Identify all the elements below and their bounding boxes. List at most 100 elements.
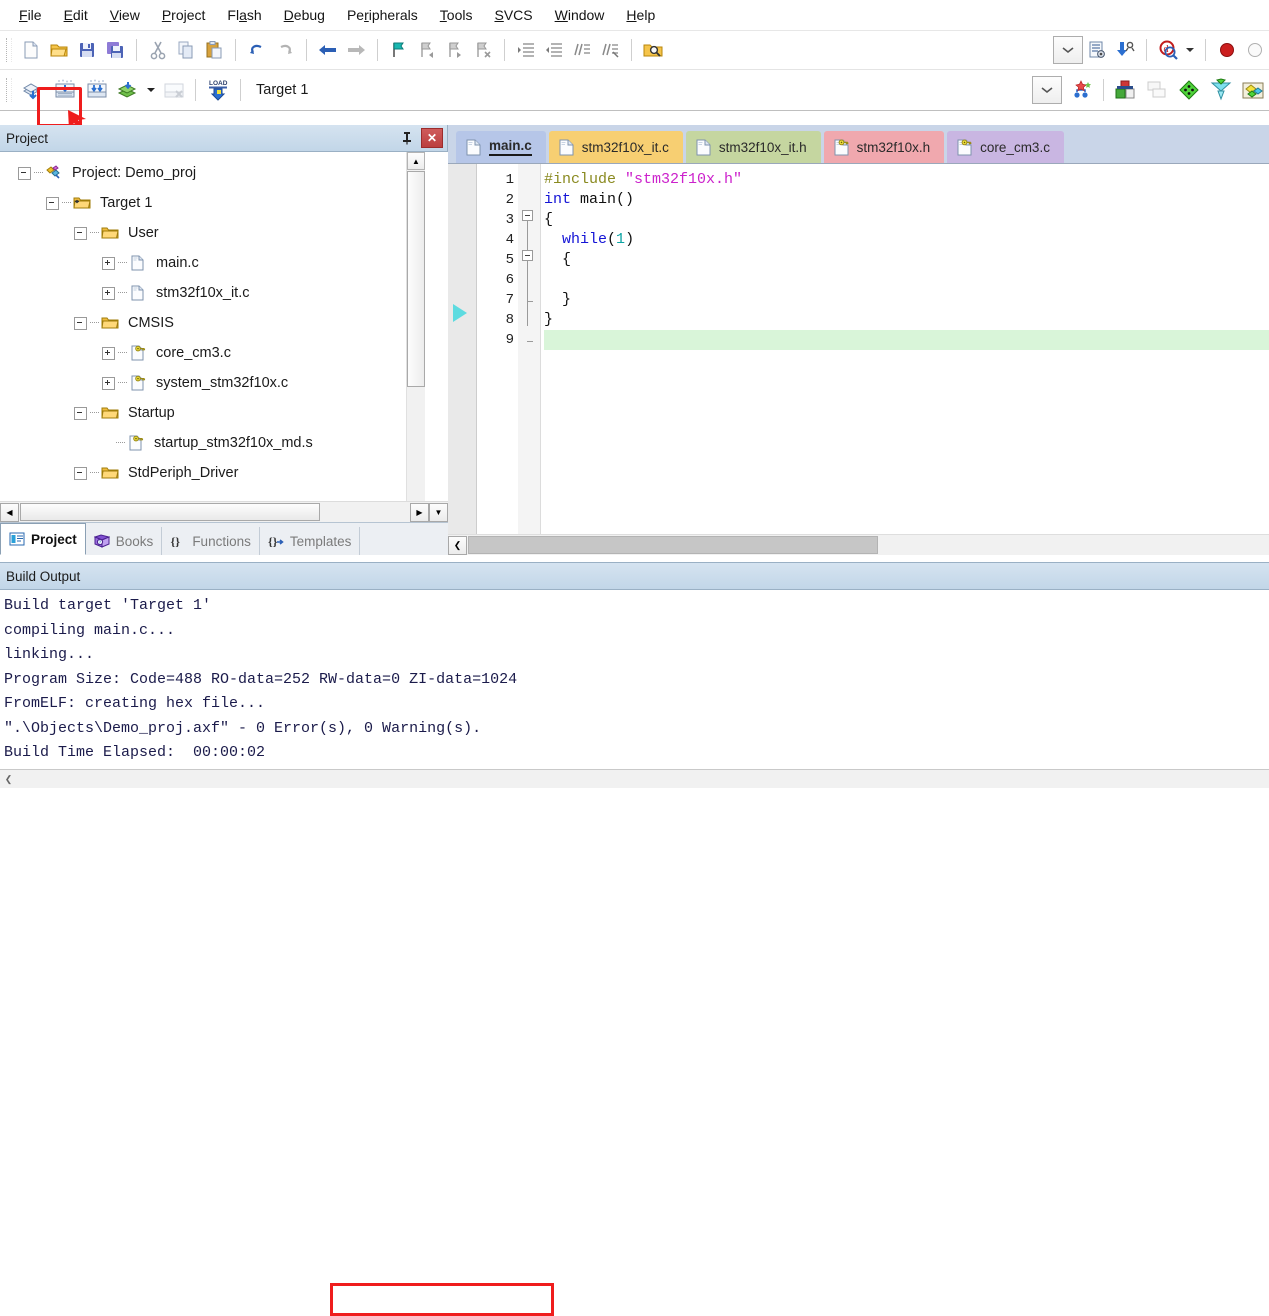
fold-toggle-icon[interactable] — [522, 250, 533, 261]
components-icon[interactable] — [1173, 76, 1205, 104]
fold-toggle-icon[interactable] — [522, 210, 533, 221]
code-fold-column[interactable] — [518, 164, 541, 535]
comment-icon[interactable] — [568, 36, 596, 64]
uncomment-icon[interactable] — [596, 36, 624, 64]
undo-icon[interactable] — [243, 36, 271, 64]
editor-horizontal-scrollbar[interactable]: ❮ — [448, 534, 1269, 555]
code-line[interactable]: } — [544, 310, 1269, 330]
manage-runtime-icon[interactable] — [1109, 76, 1141, 104]
code-line[interactable] — [544, 330, 1269, 350]
scroll-right-icon[interactable]: ▶ — [410, 502, 429, 522]
debug-dropdown-icon[interactable] — [1182, 36, 1198, 64]
combo-dropdown-icon[interactable] — [1053, 36, 1083, 64]
pack-installer-icon[interactable] — [1205, 76, 1237, 104]
expand-icon[interactable] — [102, 256, 115, 270]
code-area[interactable]: 123456789 #include "stm32f10x.h" int main… — [448, 163, 1269, 555]
stop-build-icon[interactable] — [158, 76, 190, 104]
target-dropdown-icon[interactable] — [1030, 76, 1064, 104]
menu-item-view[interactable]: View — [99, 4, 151, 26]
menu-item-help[interactable]: Help — [615, 4, 666, 26]
collapse-icon[interactable] — [18, 166, 31, 180]
code-line[interactable] — [544, 270, 1269, 290]
new-file-icon[interactable] — [17, 36, 45, 64]
open-file-icon[interactable] — [45, 36, 73, 64]
tree-item[interactable]: User — [6, 218, 448, 248]
editor-tab-stm32f10x_it-h[interactable]: stm32f10x_it.h — [685, 131, 821, 163]
find-in-files-icon[interactable] — [639, 36, 667, 64]
scroll-thumb[interactable] — [468, 536, 878, 554]
pack-manager-icon[interactable] — [1237, 76, 1269, 104]
menu-item-svcs[interactable]: SVCS — [483, 4, 543, 26]
code-line[interactable]: while(1) — [544, 230, 1269, 250]
target-options-icon[interactable] — [1064, 76, 1098, 104]
expand-icon[interactable] — [102, 376, 115, 390]
debug-session-icon[interactable]: d — [1154, 36, 1182, 64]
collapse-icon[interactable] — [74, 226, 87, 240]
toolbar-grip[interactable] — [6, 78, 12, 102]
manage-multi-project-icon[interactable] — [1141, 76, 1173, 104]
menu-item-window[interactable]: Window — [544, 4, 616, 26]
tree-item[interactable]: system_stm32f10x.c — [6, 368, 448, 398]
tree-item[interactable]: main.c — [6, 248, 448, 278]
navigate-back-icon[interactable] — [314, 36, 342, 64]
tree-item[interactable]: startup_stm32f10x_md.s — [6, 428, 448, 458]
scroll-up-icon[interactable]: ▲ — [407, 152, 425, 170]
build-output-text[interactable]: Build target 'Target 1' compiling main.c.… — [0, 590, 1269, 762]
scroll-down-icon[interactable]: ▼ — [429, 502, 448, 522]
tree-item[interactable]: stm32f10x_it.c — [6, 278, 448, 308]
collapse-icon[interactable] — [74, 406, 87, 420]
tree-item[interactable]: CMSIS — [6, 308, 448, 338]
menu-item-peripherals[interactable]: Peripherals — [336, 4, 429, 26]
indent-left-icon[interactable] — [540, 36, 568, 64]
tree-item[interactable]: StdPeriph_Driver — [6, 458, 448, 488]
editor-tab-main-c[interactable]: main.c — [456, 131, 546, 163]
menu-item-edit[interactable]: Edit — [53, 4, 99, 26]
collapse-icon[interactable] — [74, 466, 87, 480]
save-all-icon[interactable] — [101, 36, 129, 64]
bookmark-prev-icon[interactable] — [413, 36, 441, 64]
close-icon[interactable]: ✕ — [421, 128, 443, 148]
expand-icon[interactable] — [102, 286, 115, 300]
rebuild-all-icon[interactable] — [81, 76, 113, 104]
target-combo-arrow[interactable] — [1032, 76, 1062, 104]
pin-icon[interactable] — [396, 128, 418, 148]
menu-item-tools[interactable]: Tools — [429, 4, 484, 26]
project-tab-project[interactable]: Project — [0, 523, 86, 555]
copy-icon[interactable] — [172, 36, 200, 64]
redo-icon[interactable] — [271, 36, 299, 64]
bookmark-next-icon[interactable] — [441, 36, 469, 64]
tree-item[interactable]: core_cm3.c — [6, 338, 448, 368]
navigate-forward-icon[interactable] — [342, 36, 370, 64]
cut-icon[interactable] — [144, 36, 172, 64]
breakpoint-gutter[interactable] — [448, 164, 477, 535]
collapse-icon[interactable] — [74, 316, 87, 330]
build-target-icon[interactable] — [49, 76, 81, 104]
bookmark-toggle-icon[interactable] — [385, 36, 413, 64]
project-tree-vertical-scrollbar[interactable]: ▲ — [406, 152, 425, 504]
menu-item-flash[interactable]: Flash — [216, 4, 272, 26]
scroll-left-icon[interactable]: ◀ — [0, 502, 19, 522]
translate-file-icon[interactable] — [17, 76, 49, 104]
project-tab-functions[interactable]: {} Functions — [162, 527, 260, 555]
source-code-text[interactable]: #include "stm32f10x.h" int main(){ while(… — [544, 164, 1269, 535]
toolbar-grip[interactable] — [6, 38, 12, 62]
code-line[interactable]: #include "stm32f10x.h" — [544, 170, 1269, 190]
editor-tab-stm32f10x-h[interactable]: stm32f10x.h — [823, 131, 945, 163]
project-tab-books[interactable]: ? Books — [86, 527, 163, 555]
build-output-horizontal-scrollbar[interactable]: ❮ — [0, 769, 1269, 788]
bookmark-clear-icon[interactable] — [469, 36, 497, 64]
batch-build-dropdown-icon[interactable] — [143, 76, 158, 104]
combo-arrow[interactable] — [1053, 36, 1083, 64]
tree-item[interactable]: Startup — [6, 398, 448, 428]
paste-icon[interactable] — [200, 36, 228, 64]
code-line[interactable]: { — [544, 210, 1269, 230]
record-icon[interactable] — [1213, 36, 1241, 64]
editor-tab-core_cm3-c[interactable]: core_cm3.c — [947, 131, 1064, 163]
scroll-thumb[interactable] — [20, 503, 320, 521]
configure-icon[interactable] — [1083, 36, 1111, 64]
menu-item-project[interactable]: Project — [151, 4, 217, 26]
menu-item-file[interactable]: File — [8, 4, 53, 26]
project-tree[interactable]: Project: Demo_proj Target 1 User main.c stm3… — [0, 152, 448, 522]
editor-tab-stm32f10x_it-c[interactable]: stm32f10x_it.c — [548, 131, 683, 163]
indent-right-icon[interactable] — [512, 36, 540, 64]
